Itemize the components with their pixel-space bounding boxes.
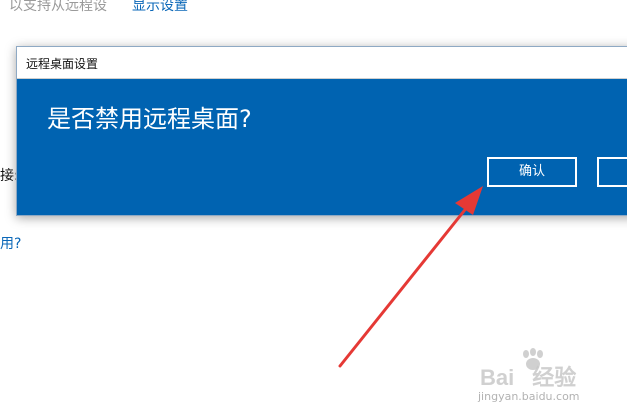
arrow-shaft xyxy=(338,204,470,368)
watermark-brand: Bai 经验 xyxy=(480,360,576,392)
watermark-brand-suffix: 经验 xyxy=(532,365,577,390)
watermark-brand-prefix: Bai xyxy=(480,365,515,390)
watermark-url: jingyan.baidu.com xyxy=(478,390,580,403)
baidu-jingyan-watermark: Bai 经验 jingyan.baidu.com xyxy=(478,348,618,408)
arrow-head xyxy=(455,186,483,215)
